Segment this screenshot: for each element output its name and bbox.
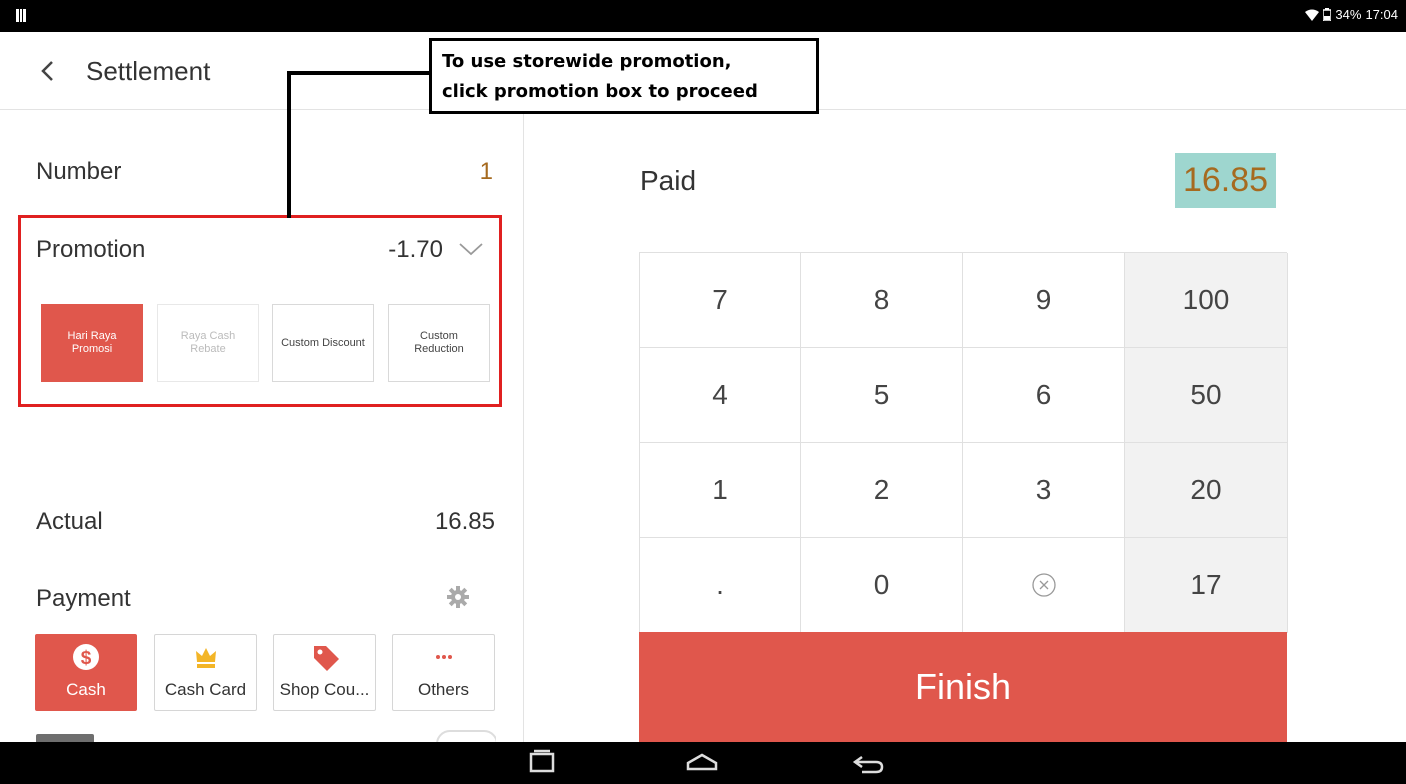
key-8[interactable]: 8 xyxy=(801,253,963,348)
key-2[interactable]: 2 xyxy=(801,443,963,538)
numeric-keypad: 7 8 9 100 4 5 6 50 1 2 3 20 . 0 17 xyxy=(639,252,1288,633)
clear-circle-x-icon xyxy=(1031,572,1057,598)
actual-value: 16.85 xyxy=(434,508,495,535)
wifi-icon xyxy=(1305,9,1320,21)
barcode-icon xyxy=(16,9,26,22)
page-title: Settlement xyxy=(86,56,211,86)
payment-cash-label: Cash xyxy=(66,680,106,699)
quick-amount-100[interactable]: 100 xyxy=(1125,253,1288,348)
key-3[interactable]: 3 xyxy=(963,443,1125,538)
paid-amount[interactable]: 16.85 xyxy=(1175,153,1276,208)
key-decimal[interactable]: . xyxy=(640,538,801,633)
back-icon[interactable] xyxy=(848,749,888,777)
more-icon xyxy=(430,643,458,671)
home-icon[interactable] xyxy=(682,749,722,777)
dollar-icon: $ xyxy=(72,643,100,671)
battery-percent: 34% xyxy=(1335,7,1362,22)
recent-apps-icon[interactable] xyxy=(522,749,562,777)
payment-cash-card-label: Cash Card xyxy=(164,680,247,699)
key-4[interactable]: 4 xyxy=(640,348,801,443)
key-0[interactable]: 0 xyxy=(801,538,963,633)
promotion-label: Promotion xyxy=(36,236,146,263)
system-nav-bar xyxy=(0,742,1406,784)
key-5[interactable]: 5 xyxy=(801,348,963,443)
promotion-value: -1.70 xyxy=(388,236,443,263)
back-chevron-icon[interactable] xyxy=(36,56,60,86)
promo-option-custom-reduction[interactable]: Custom Reduction xyxy=(388,304,490,382)
payment-shop-coupon-button[interactable]: Shop Cou... xyxy=(273,634,376,711)
promo-option-raya-cash-rebate[interactable]: Raya Cash Rebate xyxy=(157,304,259,382)
cutoff-row-label xyxy=(36,730,96,742)
callout-line-2: click promotion box to proceed xyxy=(442,81,758,102)
promo-option-hari-raya-promosi[interactable]: Hari Raya Promosi xyxy=(41,304,143,382)
quick-amount-17[interactable]: 17 xyxy=(1125,538,1288,633)
chevron-down-icon[interactable] xyxy=(457,240,485,258)
number-label: Number xyxy=(36,158,122,185)
quick-amount-50[interactable]: 50 xyxy=(1125,348,1288,443)
quick-amount-20[interactable]: 20 xyxy=(1125,443,1288,538)
paid-label: Paid xyxy=(640,165,697,196)
crown-icon xyxy=(192,643,220,671)
key-clear[interactable] xyxy=(963,538,1125,633)
promotion-box[interactable]: Promotion -1.70 Hari Raya Promosi Raya C… xyxy=(18,215,502,407)
status-indicators: 34% 17:04 xyxy=(1305,7,1398,22)
payment-others-button[interactable]: Others xyxy=(392,634,495,711)
payment-others-label: Others xyxy=(417,680,470,699)
key-9[interactable]: 9 xyxy=(963,253,1125,348)
key-6[interactable]: 6 xyxy=(963,348,1125,443)
cutoff-toggle[interactable] xyxy=(436,730,496,742)
payment-shop-coupon-label: Shop Cou... xyxy=(279,680,370,699)
payment-label: Payment xyxy=(36,585,131,612)
callout-line-1: To use storewide promotion, xyxy=(442,51,732,72)
payment-cash-button[interactable]: $ Cash xyxy=(35,634,137,711)
key-7[interactable]: 7 xyxy=(640,253,801,348)
settlement-summary-panel: Number 1 Promotion -1.70 Hari Raya Promo… xyxy=(0,110,524,742)
tag-icon xyxy=(311,643,339,671)
status-bar: 34% 17:04 xyxy=(0,0,1406,32)
battery-icon xyxy=(1323,8,1332,21)
payment-cash-card-button[interactable]: Cash Card xyxy=(154,634,257,711)
number-value: 1 xyxy=(479,158,493,185)
gear-icon[interactable] xyxy=(446,585,470,609)
svg-text:$: $ xyxy=(81,648,92,669)
clock: 17:04 xyxy=(1365,7,1398,22)
instruction-callout: To use storewide promotion, click promot… xyxy=(429,38,819,114)
actual-label: Actual xyxy=(36,508,103,535)
key-1[interactable]: 1 xyxy=(640,443,801,538)
promo-option-custom-discount[interactable]: Custom Discount xyxy=(272,304,374,382)
finish-button[interactable]: Finish xyxy=(639,632,1287,742)
